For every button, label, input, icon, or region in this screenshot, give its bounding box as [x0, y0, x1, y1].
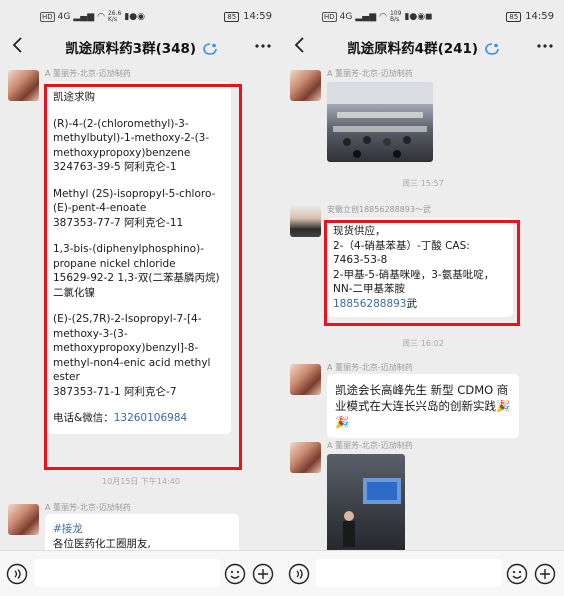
voice-input-icon[interactable] — [6, 563, 28, 585]
status-bar: HD 4G ▂▄▆ ◠ 109 B/s ▮●◉◼ 85 14:59 — [282, 0, 564, 32]
more-options-icon[interactable] — [252, 35, 274, 57]
sender-name: 安徽立创18856288893～武 — [327, 205, 431, 214]
signal-icon: ▂▄▆ — [355, 12, 377, 22]
input-bar — [282, 550, 564, 596]
message-paragraph: 1,3-bis-(diphenylphosphino)-propane nick… — [53, 243, 220, 299]
message-paragraph: (R)-4-(2-(chloromethyl)-3-methylbutyl)-1… — [53, 117, 210, 174]
sender-name: A 董丽芳-北京-迈劢制药 — [45, 69, 131, 78]
chat-header: 凯途原料药4群(241) — [282, 32, 564, 60]
avatar[interactable] — [290, 442, 321, 473]
conference-photo[interactable] — [327, 82, 433, 162]
contact-label: 电话&微信： — [53, 412, 114, 424]
message-bubble[interactable]: #接龙 各位医药化工圈朋友, — [45, 514, 239, 550]
message-paragraph: (E)-(2S,7R)-2-Isopropyl-7-[4-methoxy-3-(… — [53, 313, 211, 398]
chat-title: 凯途原料药4群(241) — [282, 37, 564, 57]
emoji-icon[interactable] — [506, 563, 528, 585]
message-line: 现货供应， — [333, 225, 386, 237]
chat-header: 凯途原料药3群(348) — [0, 32, 282, 60]
message-bubble[interactable]: 凯途会长高峰先生 新型 CDMO 商业模式在大连长兴岛的创新实践🎉🎉 — [327, 374, 519, 438]
message-bubble[interactable]: 现货供应， 2-（4-硝基苯基）-丁酸 CAS: 7463-53-8 2-甲基-… — [327, 218, 513, 317]
avatar[interactable] — [8, 504, 39, 535]
hd-badge: HD — [322, 12, 337, 22]
more-actions-plus-icon[interactable] — [534, 563, 556, 585]
conference-photo-image — [327, 82, 433, 158]
chat-title-text: 凯途原料药3群(348) — [65, 41, 197, 57]
message-text: 各位医药化工圈朋友, — [53, 537, 151, 550]
message-line: 2-（4-硝基苯基）-丁酸 CAS: — [333, 239, 470, 252]
message-paragraph: Methyl (2S)-isopropyl-5-chloro-(E)-pent-… — [53, 187, 216, 229]
more-options-icon[interactable] — [534, 35, 556, 57]
message-text: 凯途会长高峰先生 新型 CDMO 商业模式在大连长兴岛的创新实践 — [335, 383, 509, 413]
message-list[interactable]: A 董丽芳-北京-迈劢制药 周三 15:57 安徽立创18856288893～武… — [282, 62, 564, 550]
phone-link[interactable]: 13260106984 — [114, 412, 188, 424]
battery-icon: 85 — [506, 11, 522, 22]
clock: 14:59 — [243, 11, 272, 22]
signal-text: 4G — [339, 12, 353, 22]
avatar[interactable] — [290, 70, 321, 101]
contact-line: 电话&微信：13260106984 — [53, 411, 223, 426]
sender-name: A 董丽芳-北京-迈劢制药 — [45, 503, 131, 512]
message-line: NN-二甲基苯胺 — [333, 283, 405, 295]
avatar[interactable] — [8, 70, 39, 101]
emoji-icon[interactable] — [224, 563, 246, 585]
sender-name: A 董丽芳-北京-迈劢制药 — [327, 69, 413, 78]
net-speed: 109 B/s — [389, 10, 402, 23]
battery-icon: 85 — [224, 11, 240, 22]
timestamp: 10月15日 下午14:40 — [102, 477, 180, 486]
notification-icons: ▮●◉ — [124, 12, 146, 22]
phone-link[interactable]: 18856288893 — [333, 298, 407, 310]
voice-input-icon[interactable] — [288, 563, 310, 585]
wifi-icon: ◠ — [379, 12, 387, 22]
sender-name: A 董丽芳-北京-迈劢制药 — [327, 363, 413, 372]
message-line: 7463-53-8 — [333, 254, 388, 266]
signal-icon: ▂▄▆ — [73, 12, 95, 22]
status-bar: HD 4G ▂▄▆ ◠ 26.6 K/s ▮●◉ 85 14:59 — [0, 0, 282, 32]
speaker-photo-image — [337, 478, 401, 550]
chat-screen-right: HD 4G ▂▄▆ ◠ 109 B/s ▮●◉◼ 85 14:59 凯途原料药4… — [282, 0, 564, 596]
hd-badge: HD — [40, 12, 55, 22]
sender-name: A 董丽芳-北京-迈劢制药 — [327, 441, 413, 450]
hashtag-link[interactable]: #接龙 — [53, 522, 231, 537]
timestamp: 周三 15:57 — [402, 179, 444, 188]
message-line: 2-甲基-5-硝基咪唑，3-氨基吡啶， — [333, 268, 495, 281]
timestamp: 周三 16:02 — [402, 339, 444, 348]
contact-suffix: 武 — [406, 297, 418, 310]
group-verified-icon — [203, 43, 217, 55]
message-input[interactable] — [34, 559, 220, 587]
avatar[interactable] — [290, 364, 321, 395]
chat-title-text: 凯途原料药4群(241) — [347, 41, 479, 57]
signal-text: 4G — [57, 12, 71, 22]
more-actions-plus-icon[interactable] — [252, 563, 274, 585]
speaker-photo[interactable] — [327, 454, 405, 550]
input-bar — [0, 550, 282, 596]
notification-icons: ▮●◉◼ — [404, 12, 433, 22]
message-list[interactable]: A 董丽芳-北京-迈劢制药 凯途求购 (R)-4-(2-(chloromethy… — [0, 62, 282, 550]
wifi-icon: ◠ — [97, 12, 105, 22]
group-verified-icon — [485, 43, 499, 55]
chat-title: 凯途原料药3群(348) — [0, 37, 282, 57]
avatar[interactable] — [290, 206, 321, 237]
net-speed: 26.6 K/s — [107, 10, 122, 23]
chat-screen-left: HD 4G ▂▄▆ ◠ 26.6 K/s ▮●◉ 85 14:59 凯途原料药3… — [0, 0, 282, 596]
contact-line: 18856288893武 — [333, 297, 507, 312]
clock: 14:59 — [525, 11, 554, 22]
message-bubble[interactable]: 凯途求购 (R)-4-(2-(chloromethyl)-3-methylbut… — [45, 82, 231, 434]
message-paragraph: 凯途求购 — [53, 91, 95, 103]
message-input[interactable] — [316, 559, 502, 587]
